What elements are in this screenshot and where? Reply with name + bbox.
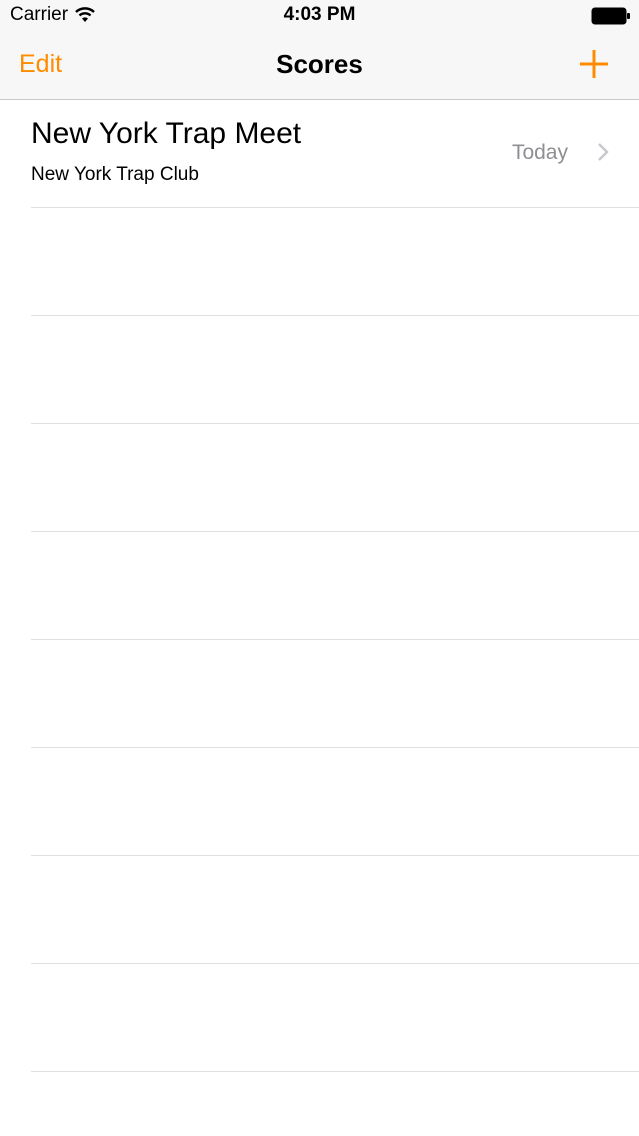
- app-header: Carrier 4:03 PM Edit Scores: [0, 0, 639, 100]
- score-date: Today: [511, 141, 568, 164]
- empty-row: [31, 208, 639, 316]
- score-club: New York Trap Club: [31, 164, 199, 185]
- empty-row: [31, 316, 639, 424]
- empty-row: [31, 640, 639, 748]
- scores-table: New York Trap Meet New York Trap Club To…: [0, 100, 639, 1072]
- empty-row: [31, 856, 639, 964]
- status-bar: Carrier 4:03 PM: [0, 0, 639, 33]
- empty-row: [31, 424, 639, 532]
- plus-icon[interactable]: [577, 47, 611, 81]
- empty-row: [31, 964, 639, 1072]
- empty-row: [31, 532, 639, 640]
- navigation-bar: Edit Scores: [0, 33, 639, 99]
- chevron-right-icon: [598, 143, 609, 161]
- edit-button[interactable]: Edit: [19, 50, 62, 79]
- page-title: Scores: [276, 49, 363, 79]
- battery-icon: [591, 7, 630, 25]
- score-title: New York Trap Meet: [31, 117, 302, 150]
- empty-row: [31, 748, 639, 856]
- table-row[interactable]: New York Trap Meet New York Trap Club To…: [31, 100, 639, 208]
- status-time: 4:03 PM: [283, 4, 356, 25]
